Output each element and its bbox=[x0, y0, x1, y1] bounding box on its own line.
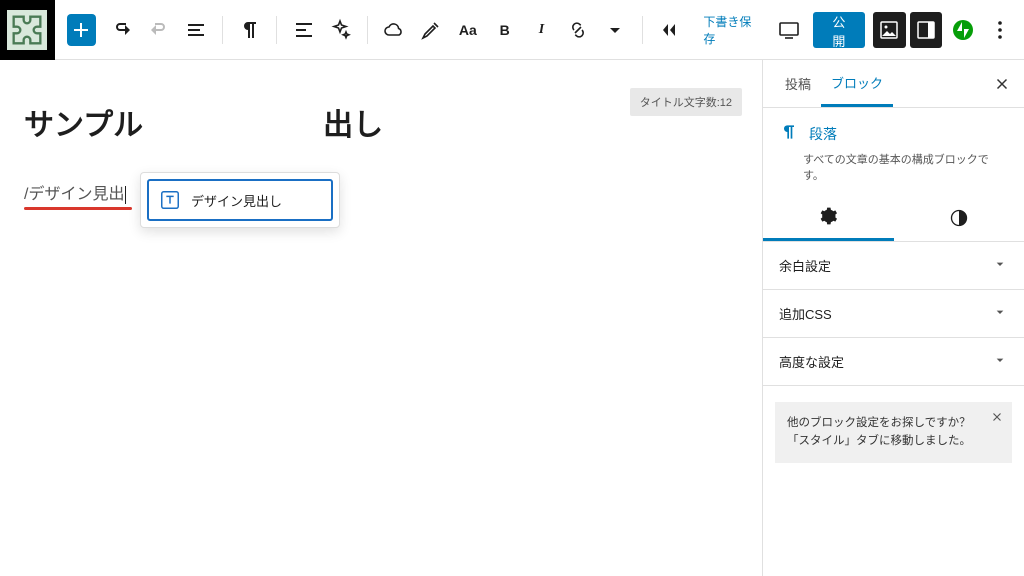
subtab-settings[interactable] bbox=[763, 197, 894, 241]
italic-button[interactable]: I bbox=[525, 12, 558, 48]
autocomplete-item-label: デザイン見出し bbox=[191, 191, 282, 210]
align-button[interactable] bbox=[287, 12, 320, 48]
block-autocomplete-popup: デザイン見出し bbox=[140, 172, 340, 228]
separator bbox=[222, 16, 223, 44]
styles-moved-notice: 他のブロック設定をお探しですか？「スタイル」タブに移動しました。 bbox=[775, 402, 1012, 463]
chevron-down-icon bbox=[992, 352, 1008, 371]
cloud-icon[interactable] bbox=[378, 12, 411, 48]
separator bbox=[276, 16, 277, 44]
text-caret bbox=[125, 186, 126, 204]
tab-post[interactable]: 投稿 bbox=[775, 60, 821, 107]
paragraph-icon[interactable] bbox=[233, 12, 266, 48]
editor-canvas: タイトル文字数:12 サンプルルデザイン見出し /デザイン見出 デザイン見出し bbox=[0, 60, 762, 576]
tab-block[interactable]: ブロック bbox=[821, 60, 893, 107]
options-button[interactable] bbox=[983, 12, 1016, 48]
bold-button[interactable]: B bbox=[488, 12, 521, 48]
ai-sparkle-button[interactable] bbox=[324, 12, 357, 48]
block-type-name: 段落 bbox=[809, 124, 837, 144]
text-block-icon bbox=[159, 189, 181, 211]
list-view-button[interactable] bbox=[180, 12, 213, 48]
panel-label: 高度な設定 bbox=[779, 352, 844, 371]
block-type-description: すべての文章の基本の構成ブロックです。 bbox=[763, 151, 1024, 197]
sidebar-tabs: 投稿 ブロック bbox=[763, 60, 1024, 108]
settings-sidebar-button[interactable] bbox=[910, 12, 943, 48]
panel-spacing[interactable]: 余白設定 bbox=[763, 242, 1024, 290]
close-sidebar-button[interactable] bbox=[990, 72, 1014, 96]
block-subtabs bbox=[763, 197, 1024, 242]
more-format-button[interactable] bbox=[599, 12, 632, 48]
undo-button[interactable] bbox=[106, 12, 139, 48]
separator bbox=[367, 16, 368, 44]
puzzle-icon bbox=[7, 10, 47, 50]
title-char-count: タイトル文字数:12 bbox=[630, 88, 742, 116]
title-text-before: サンプル bbox=[24, 109, 143, 142]
panel-additional-css[interactable]: 追加CSS bbox=[763, 290, 1024, 338]
close-notice-button[interactable] bbox=[990, 410, 1004, 430]
image-block-button[interactable] bbox=[873, 12, 906, 48]
preview-button[interactable] bbox=[772, 12, 805, 48]
gear-icon bbox=[818, 206, 838, 229]
paragraph-icon bbox=[779, 122, 799, 145]
subtab-styles[interactable] bbox=[894, 197, 1024, 241]
panel-advanced[interactable]: 高度な設定 bbox=[763, 338, 1024, 386]
save-draft-link[interactable]: 下書き保存 bbox=[693, 13, 768, 47]
settings-sidebar: 投稿 ブロック 段落 すべての文章の基本の構成ブロックです。 余白設定 追加CS… bbox=[762, 60, 1024, 576]
text-size-button[interactable]: Aa bbox=[451, 12, 484, 48]
redo-button[interactable] bbox=[143, 12, 176, 48]
chevron-down-icon bbox=[992, 304, 1008, 323]
contrast-icon bbox=[949, 208, 969, 231]
autocomplete-item-design-heading[interactable]: デザイン見出し bbox=[147, 179, 333, 221]
publish-button[interactable]: 公開 bbox=[813, 12, 865, 48]
slash-command-input[interactable]: /デザイン見出 bbox=[24, 180, 126, 204]
top-toolbar: Aa B I 下書き保存 公開 bbox=[0, 0, 1024, 60]
title-text-after: 出し bbox=[323, 109, 383, 142]
panel-label: 余白設定 bbox=[779, 256, 831, 275]
highlight-icon[interactable] bbox=[415, 12, 448, 48]
link-button[interactable] bbox=[562, 12, 595, 48]
block-type-header: 段落 bbox=[763, 108, 1024, 151]
separator bbox=[642, 16, 643, 44]
notice-text: 他のブロック設定をお探しですか？「スタイル」タブに移動しました。 bbox=[787, 417, 971, 447]
panel-label: 追加CSS bbox=[779, 304, 832, 323]
add-block-button[interactable] bbox=[67, 14, 96, 46]
collapse-toolbar-button[interactable] bbox=[653, 12, 686, 48]
slash-text: /デザイン見出 bbox=[24, 186, 124, 203]
chevron-down-icon bbox=[992, 256, 1008, 275]
jetpack-button[interactable] bbox=[946, 12, 979, 48]
site-logo[interactable] bbox=[0, 0, 55, 60]
